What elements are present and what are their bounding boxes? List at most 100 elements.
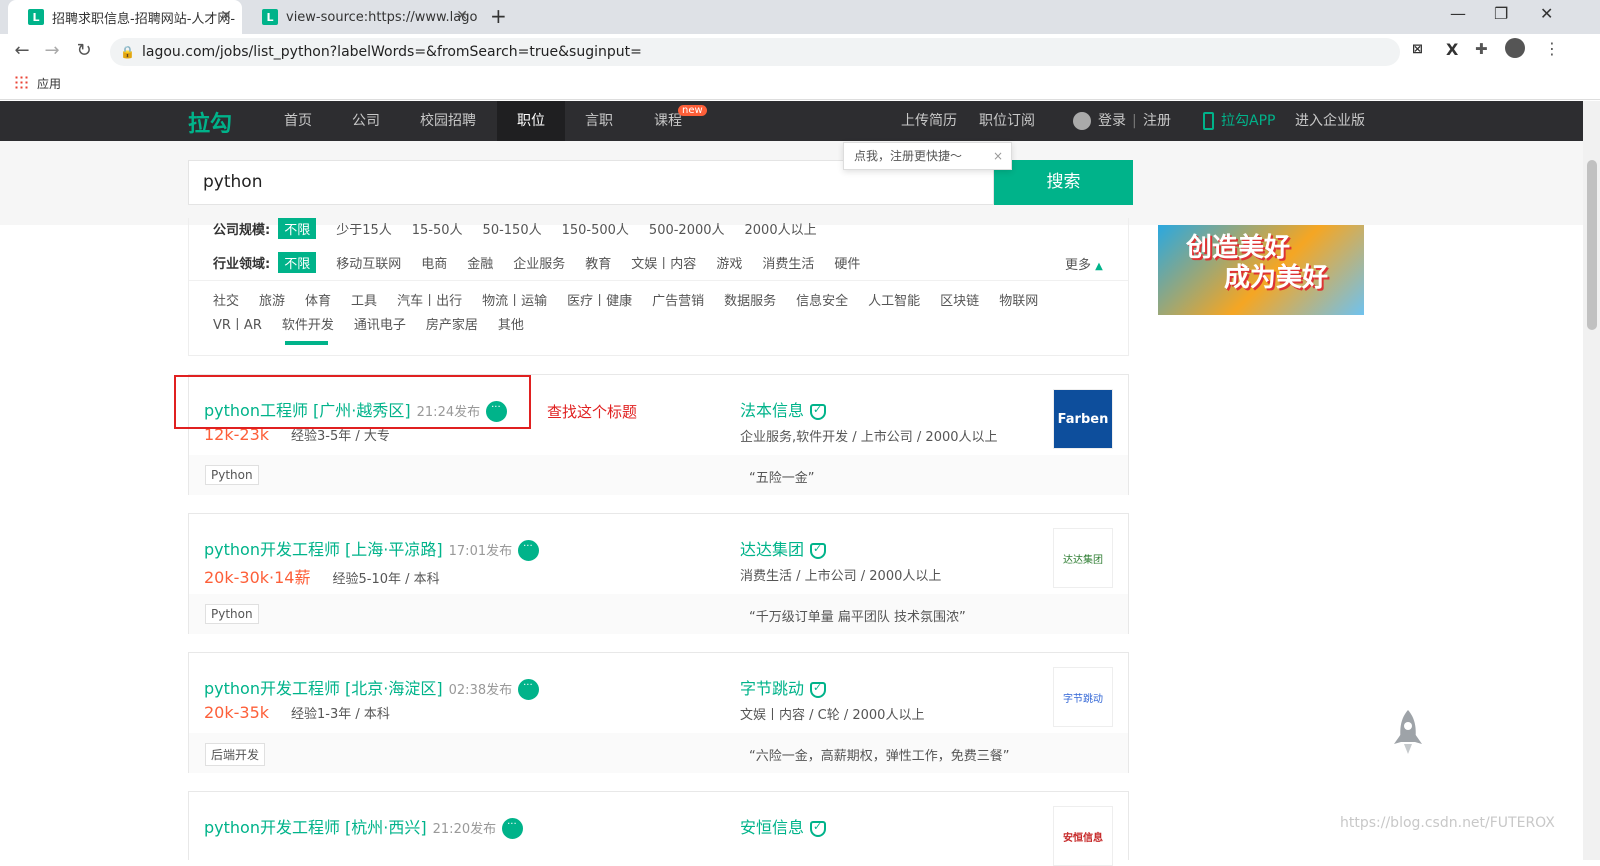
industry-option[interactable]: 硬件 (834, 253, 860, 272)
campus-banner[interactable]: 创造美好 成为美好 (1158, 225, 1364, 315)
nav-home[interactable]: 首页 (284, 101, 312, 141)
close-window-icon[interactable]: ✕ (1540, 4, 1553, 23)
industry-option[interactable]: 金融 (467, 253, 493, 272)
industry-option[interactable]: 数据服务 (724, 290, 776, 309)
company-line[interactable]: 法本信息 (740, 397, 827, 421)
scale-option[interactable]: 150-500人 (562, 219, 629, 238)
puzzle-extensions-icon[interactable]: ✚ (1475, 40, 1488, 58)
company-name[interactable]: 法本信息 (740, 401, 804, 420)
close-tab-icon[interactable]: ✕ (456, 8, 468, 24)
scale-option[interactable]: 不限 (278, 218, 317, 239)
extension-icon[interactable]: ⊠ (1412, 42, 1423, 57)
industry-option[interactable]: 旅游 (259, 290, 285, 309)
tooltip-close-icon[interactable]: × (993, 143, 1003, 169)
industry-option[interactable]: 游戏 (716, 253, 742, 272)
industry-option[interactable]: 通讯电子 (354, 314, 406, 333)
apps-bookmark[interactable]: 应用 (37, 75, 61, 92)
minimize-icon[interactable]: — (1450, 4, 1466, 23)
reload-icon[interactable]: ↻ (72, 40, 96, 61)
search-button[interactable]: 搜索 (994, 160, 1133, 205)
nav-yanzhi[interactable]: 言职 (585, 101, 613, 141)
job-title[interactable]: python开发工程师 [北京·海淀区] (204, 679, 443, 698)
company-line[interactable]: 字节跳动 (740, 675, 827, 699)
scale-option[interactable]: 少于15人 (336, 219, 392, 238)
job-card[interactable]: python开发工程师 [上海·平凉路] 17:01发布 20k-30k·14薪 经… (188, 513, 1129, 634)
industry-option[interactable]: 电商 (421, 253, 447, 272)
skill-tag[interactable]: Python (205, 604, 259, 624)
skill-tag[interactable]: Python (205, 465, 259, 485)
apps-grid-icon[interactable] (14, 75, 28, 89)
scale-option[interactable]: 50-150人 (483, 219, 542, 238)
company-logo[interactable]: 字节跳动 (1053, 667, 1113, 727)
job-title[interactable]: python开发工程师 [上海·平凉路] (204, 540, 443, 559)
industry-option[interactable]: 移动互联网 (336, 253, 401, 272)
company-line[interactable]: 达达集团 (740, 536, 827, 560)
scale-option[interactable]: 500-2000人 (649, 219, 725, 238)
browser-tab[interactable]: L view-source:https://www.lago ✕ (242, 0, 478, 34)
register-link[interactable]: 注册 (1143, 101, 1171, 141)
upload-resume-link[interactable]: 上传简历 (901, 101, 957, 141)
company-logo[interactable]: 安恒信息 (1053, 806, 1113, 866)
scale-option[interactable]: 2000人以上 (745, 219, 817, 238)
back-icon[interactable]: ← (10, 40, 34, 61)
industry-option[interactable]: 区块链 (940, 290, 979, 309)
job-subscribe-link[interactable]: 职位订阅 (979, 101, 1035, 141)
nav-companies[interactable]: 公司 (352, 101, 380, 141)
industry-option[interactable]: 信息安全 (796, 290, 848, 309)
enterprise-link[interactable]: 进入企业版 (1295, 101, 1365, 141)
lagou-app-link[interactable]: 拉勾APP (1221, 101, 1275, 141)
more-filters-link[interactable]: 更多 ▲ (1065, 254, 1103, 273)
industry-option[interactable]: 工具 (351, 290, 377, 309)
industry-option[interactable]: 不限 (278, 252, 317, 273)
job-title[interactable]: python开发工程师 [杭州·西兴] (204, 818, 427, 837)
industry-option[interactable]: VR丨AR (213, 314, 262, 333)
industry-option[interactable]: 汽车丨出行 (397, 290, 462, 309)
company-logo[interactable]: Farben (1053, 389, 1113, 449)
industry-option[interactable]: 社交 (213, 290, 239, 309)
back-to-top-rocket-icon[interactable] (1393, 710, 1423, 756)
x-extension-icon[interactable]: X (1446, 40, 1458, 59)
scrollbar-thumb[interactable] (1587, 160, 1597, 330)
industry-option[interactable]: 房产家居 (426, 314, 478, 333)
nav-jobs[interactable]: 职位 (497, 101, 565, 141)
scale-option[interactable]: 15-50人 (412, 219, 463, 238)
chat-icon[interactable] (518, 679, 540, 700)
new-tab-icon[interactable]: + (490, 4, 507, 28)
lagou-logo[interactable]: 拉勾 (188, 106, 232, 138)
company-logo[interactable]: 达达集团 (1053, 528, 1113, 588)
chat-icon[interactable] (518, 540, 540, 561)
chat-icon[interactable] (502, 818, 524, 839)
job-title-line[interactable]: python开发工程师 [上海·平凉路] 17:01发布 (204, 536, 540, 561)
industry-option[interactable]: 医疗丨健康 (567, 290, 632, 309)
register-tooltip[interactable]: 点我，注册更快捷～ × (843, 142, 1012, 170)
job-card[interactable]: python开发工程师 [杭州·西兴] 21:20发布 安恒信息 安恒信息 (188, 791, 1129, 866)
industry-option[interactable]: 企业服务 (513, 253, 565, 272)
skill-tag[interactable]: 后端开发 (205, 743, 266, 766)
menu-kebab-icon[interactable]: ⋮ (1544, 39, 1560, 58)
industry-option[interactable]: 软件开发 (282, 314, 334, 333)
browser-tab-active[interactable]: L 招聘求职信息-招聘网站-人才网- ✕ (8, 0, 242, 34)
login-link[interactable]: 登录 (1098, 101, 1126, 141)
close-tab-icon[interactable]: ✕ (220, 8, 232, 24)
industry-option[interactable]: 消费生活 (762, 253, 814, 272)
industry-option[interactable]: 物流丨运输 (482, 290, 547, 309)
industry-option[interactable]: 物联网 (999, 290, 1038, 309)
nav-campus[interactable]: 校园招聘 (420, 101, 476, 141)
industry-option[interactable]: 教育 (585, 253, 611, 272)
job-title-line[interactable]: python开发工程师 [杭州·西兴] 21:20发布 (204, 814, 524, 839)
company-line[interactable]: 安恒信息 (740, 814, 827, 838)
industry-option[interactable]: 文娱丨内容 (631, 253, 696, 272)
industry-option[interactable]: 体育 (305, 290, 331, 309)
company-name[interactable]: 字节跳动 (740, 679, 804, 698)
forward-icon[interactable]: → (40, 40, 64, 61)
maximize-icon[interactable]: ❐ (1494, 4, 1508, 23)
address-bar[interactable]: 🔒 lagou.com/jobs/list_python?labelWords=… (110, 38, 1400, 66)
industry-option[interactable]: 广告营销 (652, 290, 704, 309)
industry-option[interactable]: 人工智能 (868, 290, 920, 309)
industry-option[interactable]: 其他 (498, 314, 524, 333)
company-name[interactable]: 达达集团 (740, 540, 804, 559)
profile-avatar-icon[interactable] (1505, 38, 1525, 58)
job-title-line[interactable]: python开发工程师 [北京·海淀区] 02:38发布 (204, 675, 540, 700)
job-card[interactable]: python开发工程师 [北京·海淀区] 02:38发布 20k-35k 经验1-3… (188, 652, 1129, 773)
company-name[interactable]: 安恒信息 (740, 818, 804, 837)
